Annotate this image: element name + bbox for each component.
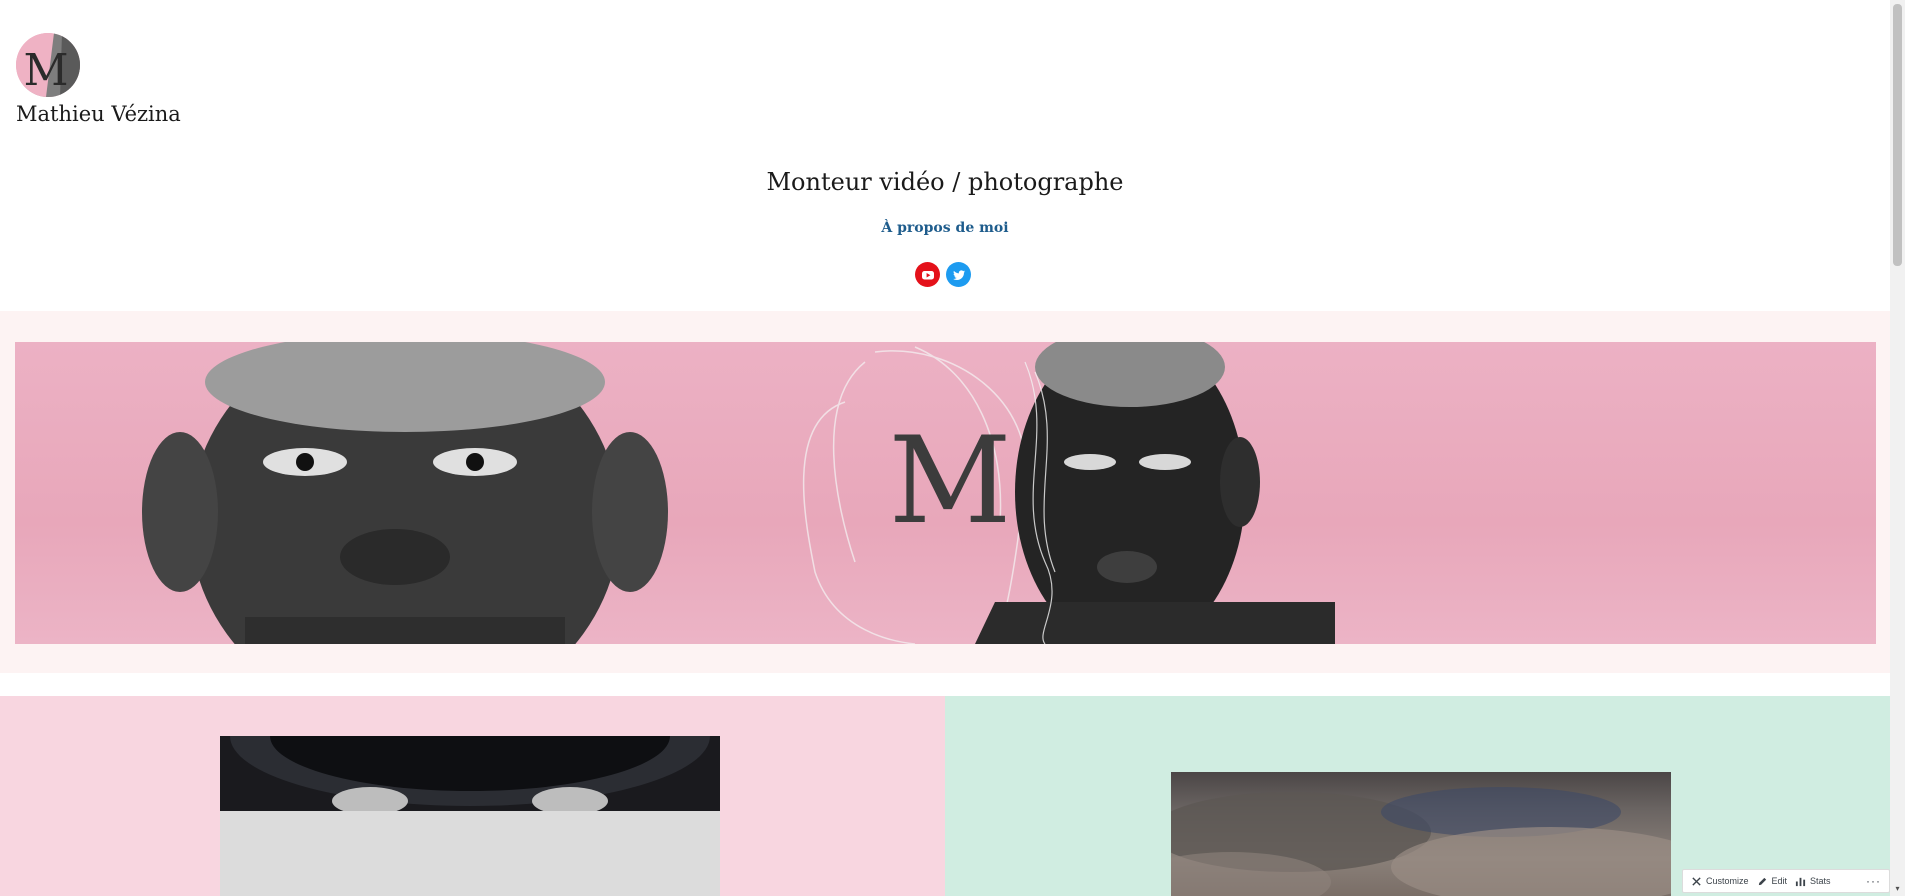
banner-image: M <box>15 342 1876 644</box>
site-title[interactable]: Mathieu Vézina <box>16 102 181 126</box>
scrollbar-thumb[interactable] <box>1893 4 1902 266</box>
svg-text:M: M <box>889 412 1012 551</box>
edit-label: Edit <box>1771 876 1788 886</box>
admin-action-bar: Customize Edit Stats ··· <box>1682 869 1890 893</box>
pencil-icon <box>1758 877 1766 885</box>
stats-button[interactable]: Stats <box>1795 876 1831 887</box>
svg-text:M: M <box>23 45 68 96</box>
stats-icon <box>1795 877 1806 886</box>
social-links <box>915 262 971 287</box>
site-logo[interactable]: M <box>16 33 80 97</box>
more-options-icon[interactable]: ··· <box>1866 875 1881 887</box>
site-tagline: Monteur vidéo / photographe <box>766 168 1124 196</box>
banner-section: M <box>0 311 1890 673</box>
post-column-right <box>945 696 1890 896</box>
post-thumbnail[interactable] <box>1171 772 1671 896</box>
customize-button[interactable]: Customize <box>1691 876 1749 887</box>
page-scrollbar[interactable]: ▾ <box>1890 0 1905 896</box>
post-column-left <box>0 696 945 896</box>
scroll-down-arrow-icon[interactable]: ▾ <box>1893 884 1902 893</box>
stats-label: Stats <box>1810 876 1831 886</box>
post-thumbnail[interactable] <box>220 736 720 896</box>
customize-label: Customize <box>1706 876 1749 886</box>
about-me-link[interactable]: À propos de moi <box>0 220 1890 236</box>
customize-icon <box>1692 876 1701 886</box>
youtube-icon[interactable] <box>915 262 940 287</box>
twitter-icon[interactable] <box>946 262 971 287</box>
edit-button[interactable]: Edit <box>1757 876 1788 887</box>
